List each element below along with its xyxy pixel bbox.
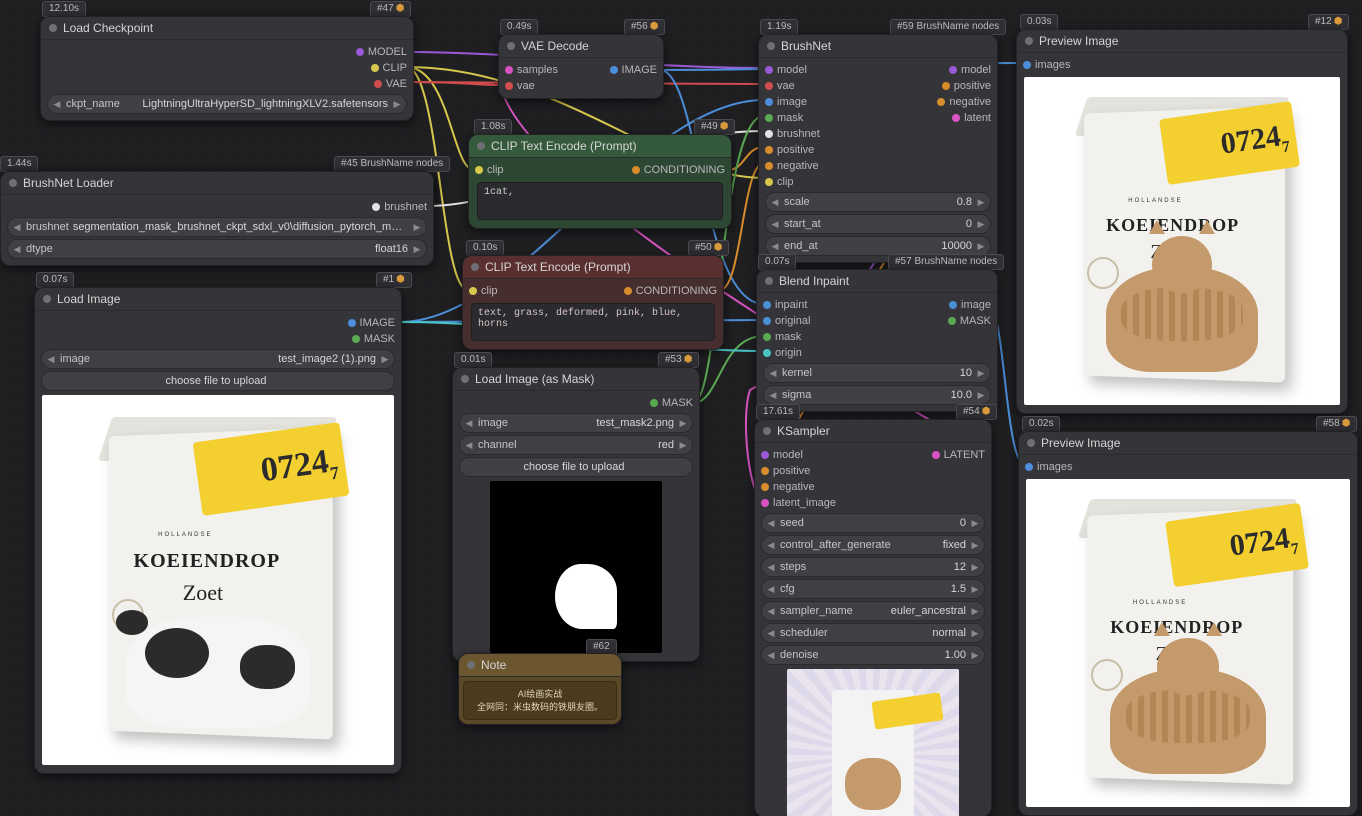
output-latent[interactable]: LATENT bbox=[944, 449, 985, 461]
node-id: #1⬢ bbox=[376, 272, 412, 288]
node-title[interactable]: CLIP Text Encode (Prompt) bbox=[469, 135, 731, 158]
denoise-widget[interactable]: ◀denoise1.00▶ bbox=[761, 645, 985, 665]
image-widget[interactable]: ◀imagetest_image2 (1).png▶ bbox=[41, 349, 395, 369]
node-note[interactable]: Note AI绘画实战全网同：米虫数码的铁朋友圈。 bbox=[458, 653, 622, 725]
node-time: 0.10s bbox=[466, 240, 504, 256]
latent-preview bbox=[787, 669, 959, 816]
node-time: 0.07s bbox=[36, 272, 74, 288]
input-samples[interactable]: samples bbox=[517, 64, 558, 76]
image-preview: 07247 HOLLANDSE KOEIENDROP Zoet bbox=[42, 395, 394, 765]
brushnet-widget[interactable]: ◀brushnetsegmentation_mask_brushnet_ckpt… bbox=[7, 217, 427, 237]
node-time: 0.01s bbox=[454, 352, 492, 368]
node-load-checkpoint[interactable]: Load Checkpoint MODEL CLIP VAE ◀ckpt_nam… bbox=[40, 16, 414, 121]
scale-widget[interactable]: ◀scale0.8▶ bbox=[765, 192, 991, 212]
node-id: #54⬢ bbox=[956, 404, 997, 420]
scheduler-widget[interactable]: ◀schedulernormal▶ bbox=[761, 623, 985, 643]
node-ksampler[interactable]: KSampler modelLATENT positive negative l… bbox=[754, 419, 992, 816]
channel-widget[interactable]: ◀channelred▶ bbox=[459, 435, 693, 455]
upload-button[interactable]: choose file to upload bbox=[459, 457, 693, 477]
node-title[interactable]: KSampler bbox=[755, 420, 991, 443]
sigma-widget[interactable]: ◀sigma10.0▶ bbox=[763, 385, 991, 405]
node-title[interactable]: Preview Image bbox=[1019, 432, 1357, 455]
input-clip[interactable]: clip bbox=[487, 164, 504, 176]
steps-widget[interactable]: ◀steps12▶ bbox=[761, 557, 985, 577]
node-title[interactable]: Load Image bbox=[35, 288, 401, 311]
node-title[interactable]: CLIP Text Encode (Prompt) bbox=[463, 256, 723, 279]
output-brushnet[interactable]: brushnet bbox=[384, 201, 427, 213]
node-title[interactable]: VAE Decode bbox=[499, 35, 663, 58]
prompt-textarea[interactable]: text, grass, deformed, pink, blue, horns bbox=[471, 303, 715, 341]
node-brushnet-loader[interactable]: BrushNet Loader brushnet ◀brushnetsegmen… bbox=[0, 171, 434, 266]
node-preview-2[interactable]: Preview Image images 07247 HOLLANDSE KOE… bbox=[1018, 431, 1358, 816]
node-vae-decode[interactable]: VAE Decode samples IMAGE vae bbox=[498, 34, 664, 99]
node-id: #50⬢ bbox=[688, 240, 729, 256]
output-mask[interactable]: MASK bbox=[364, 333, 395, 345]
prev-icon[interactable]: ◀ bbox=[52, 99, 62, 110]
node-time: 1.44s bbox=[0, 156, 38, 172]
node-id: #12⬢ bbox=[1308, 14, 1349, 30]
node-title[interactable]: Blend Inpaint bbox=[757, 270, 997, 293]
image-widget[interactable]: ◀imagetest_mask2.png▶ bbox=[459, 413, 693, 433]
next-icon[interactable]: ▶ bbox=[392, 99, 402, 110]
node-title[interactable]: Load Image (as Mask) bbox=[453, 368, 699, 391]
output-mask[interactable]: MASK bbox=[662, 397, 693, 409]
sampler-widget[interactable]: ◀sampler_nameeuler_ancestral▶ bbox=[761, 601, 985, 621]
node-time: 0.03s bbox=[1020, 14, 1058, 30]
node-time: 0.07s bbox=[758, 254, 796, 270]
node-id: #53⬢ bbox=[658, 352, 699, 368]
prompt-textarea[interactable]: 1cat, bbox=[477, 182, 723, 220]
node-clip-negative[interactable]: CLIP Text Encode (Prompt) clip CONDITIONI… bbox=[462, 255, 724, 350]
upload-button[interactable]: choose file to upload bbox=[41, 371, 395, 391]
input-images[interactable]: images bbox=[1035, 59, 1070, 71]
node-id: #56⬢ bbox=[624, 19, 665, 35]
node-blend-inpaint[interactable]: Blend Inpaint inpaintimage originalMASK … bbox=[756, 269, 998, 412]
input-clip[interactable]: clip bbox=[481, 285, 498, 297]
ckpt-name-widget[interactable]: ◀ckpt_nameLightningUltraHyperSD_lightnin… bbox=[47, 94, 407, 114]
node-time: 1.19s bbox=[760, 19, 798, 35]
node-id: #49⬢ bbox=[694, 119, 735, 135]
start-at-widget[interactable]: ◀start_at0▶ bbox=[765, 214, 991, 234]
input-images[interactable]: images bbox=[1037, 461, 1072, 473]
node-title[interactable]: Load Checkpoint bbox=[41, 17, 413, 40]
input-vae[interactable]: vae bbox=[517, 80, 535, 92]
cfg-widget[interactable]: ◀cfg1.5▶ bbox=[761, 579, 985, 599]
output-conditioning[interactable]: CONDITIONING bbox=[644, 164, 725, 176]
node-id: #47⬢ bbox=[370, 1, 411, 17]
node-title[interactable]: Note bbox=[459, 654, 621, 677]
node-time: 17.61s bbox=[756, 404, 800, 420]
node-brushnet[interactable]: BrushNet modelmodel vaepositive imageneg… bbox=[758, 34, 998, 263]
output-image[interactable]: IMAGE bbox=[360, 317, 395, 329]
node-id: #45 BrushName nodes bbox=[334, 156, 450, 172]
image-preview: 07247 HOLLANDSE KOEIENDROP Zoet bbox=[1024, 77, 1340, 405]
node-id: #57 BrushName nodes bbox=[888, 254, 1004, 270]
node-clip-positive[interactable]: CLIP Text Encode (Prompt) clip CONDITIONI… bbox=[468, 134, 732, 229]
end-at-widget[interactable]: ◀end_at10000▶ bbox=[765, 236, 991, 256]
kernel-widget[interactable]: ◀kernel10▶ bbox=[763, 363, 991, 383]
image-preview: 07247 HOLLANDSE KOEIENDROP Zoet bbox=[1026, 479, 1350, 807]
output-vae[interactable]: VAE bbox=[386, 78, 407, 90]
node-time: 12.10s bbox=[42, 1, 86, 17]
output-clip[interactable]: CLIP bbox=[383, 62, 407, 74]
node-load-mask[interactable]: Load Image (as Mask) MASK ◀imagetest_mas… bbox=[452, 367, 700, 662]
output-model[interactable]: MODEL bbox=[368, 46, 407, 58]
seed-widget[interactable]: ◀seed0▶ bbox=[761, 513, 985, 533]
node-title[interactable]: Preview Image bbox=[1017, 30, 1347, 53]
control-widget[interactable]: ◀control_after_generatefixed▶ bbox=[761, 535, 985, 555]
dtype-widget[interactable]: ◀dtypefloat16▶ bbox=[7, 239, 427, 259]
node-time: 0.49s bbox=[500, 19, 538, 35]
node-time: 0.02s bbox=[1022, 416, 1060, 432]
mask-preview bbox=[490, 481, 662, 653]
output-image[interactable]: IMAGE bbox=[622, 64, 657, 76]
node-preview-1[interactable]: Preview Image images 07247 HOLLANDSE KOE… bbox=[1016, 29, 1348, 414]
node-id: #59 BrushName nodes bbox=[890, 19, 1006, 35]
node-id: #58⬢ bbox=[1316, 416, 1357, 432]
note-content: AI绘画实战全网同：米虫数码的铁朋友圈。 bbox=[463, 681, 617, 720]
output-conditioning[interactable]: CONDITIONING bbox=[636, 285, 717, 297]
node-time: 1.08s bbox=[474, 119, 512, 135]
node-load-image[interactable]: Load Image IMAGE MASK ◀imagetest_image2 … bbox=[34, 287, 402, 774]
node-title[interactable]: BrushNet bbox=[759, 35, 997, 58]
node-title[interactable]: BrushNet Loader bbox=[1, 172, 433, 195]
